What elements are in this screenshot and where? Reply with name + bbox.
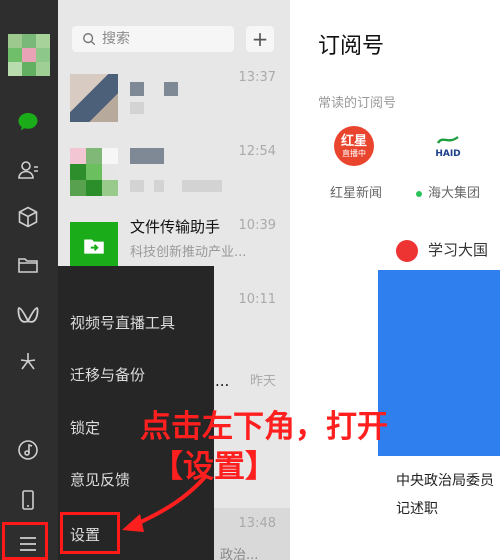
folder-icon[interactable] [14, 251, 42, 279]
plus-icon[interactable]: + [246, 26, 274, 52]
highlight-settings [60, 512, 120, 554]
logo-text: 红星 [340, 133, 367, 149]
live-badge: 直播中 [341, 148, 366, 158]
chat-row[interactable]: 13:37 [58, 62, 290, 134]
feed-headline[interactable]: 中央政治局委员 [396, 470, 494, 490]
chat-time: 昨天 [249, 374, 276, 389]
feed-subline[interactable]: 记述职 [396, 498, 438, 518]
chat-time: 10:39 [238, 218, 276, 233]
music-icon[interactable] [14, 436, 42, 464]
feed-source-logo [396, 240, 418, 262]
left-rail [0, 0, 58, 560]
account-logo-hongxing[interactable]: 红星 直播中 [334, 126, 374, 166]
search-box[interactable] [72, 26, 234, 52]
account-name: 海大集团 [428, 186, 481, 201]
page-title: 订阅号 [318, 34, 385, 59]
chat-time: 10:11 [238, 292, 276, 307]
menu-item-lock[interactable]: 锁定 [70, 417, 100, 438]
account-name[interactable]: 红星新闻 [330, 182, 382, 201]
phone-icon[interactable] [14, 486, 42, 514]
account-logo-haid[interactable]: HAID [428, 126, 468, 166]
arrow-icon [122, 474, 208, 532]
chat-preview: 科技创新推动产业... [130, 245, 247, 260]
annotation-line1: 点击左下角，打开 [140, 409, 388, 445]
chat-avatar [70, 74, 118, 122]
section-label: 常读的订阅号 [318, 96, 397, 111]
live-dot [416, 190, 422, 197]
highlight-menu-icon [2, 522, 48, 560]
logo-text: HAID [435, 149, 461, 159]
chat-preview: 政治... [220, 548, 259, 560]
file-transfer-icon [70, 222, 118, 270]
chat-time: 13:37 [238, 70, 276, 85]
menu-item-live-tools[interactable]: 视频号直播工具 [70, 312, 175, 333]
chat-icon[interactable] [14, 108, 42, 136]
sparkle-icon[interactable] [14, 348, 42, 376]
search-icon [83, 33, 96, 46]
butterfly-icon[interactable] [14, 301, 42, 329]
chat-time: 13:48 [238, 516, 276, 531]
search-input[interactable] [102, 31, 222, 47]
feed-source[interactable]: 学习大国 [428, 239, 488, 260]
feed-image[interactable] [378, 270, 500, 456]
contacts-icon[interactable] [14, 156, 42, 184]
chat-avatar [70, 148, 118, 196]
subscriptions-pane: 订阅号 常读的订阅号 红星 直播中 红星新闻 HAID 海大集团 学习大国 中央… [290, 0, 500, 560]
account-name-row[interactable]: 海大集团 [416, 182, 480, 201]
avatar[interactable] [8, 34, 50, 76]
chat-title: 文件传输助手 [130, 218, 221, 236]
chat-time: 12:54 [238, 144, 276, 159]
cube-icon[interactable] [14, 203, 42, 231]
menu-item-migrate-backup[interactable]: 迁移与备份 [70, 364, 145, 385]
chat-row[interactable]: 12:54 [58, 136, 290, 208]
